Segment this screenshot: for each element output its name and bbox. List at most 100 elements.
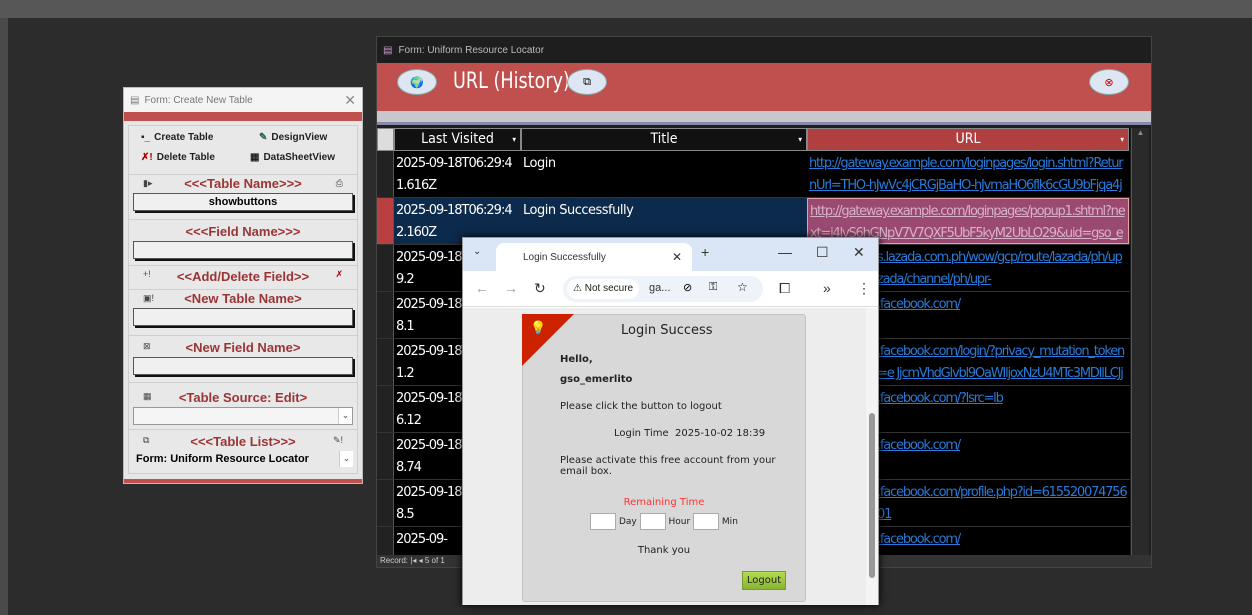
address-bar[interactable]: ⚠ Not secure ga... ⊘ ⚿ ☆ bbox=[563, 276, 763, 302]
table-name-field[interactable]: showbuttons bbox=[133, 193, 353, 211]
hello-text: Hello, bbox=[560, 354, 593, 365]
url-link[interactable]: .facebook.com/ bbox=[877, 438, 961, 453]
min-input[interactable] bbox=[693, 513, 720, 530]
add-field-icon[interactable]: +! bbox=[143, 269, 151, 279]
page-scrollbar[interactable] bbox=[866, 308, 878, 605]
col-url[interactable]: URL ▾ bbox=[807, 128, 1129, 151]
run-icon[interactable]: ✎! bbox=[333, 435, 343, 446]
new-field-panel: ⊠ <New Field Name> bbox=[128, 336, 358, 383]
col-label: Last Visited bbox=[421, 131, 494, 147]
row-selector[interactable] bbox=[377, 198, 394, 244]
label: Delete Table bbox=[156, 152, 215, 163]
tab-login-successfully[interactable]: Login Successfully ✕ bbox=[496, 243, 692, 271]
reload-icon[interactable]: ↻ bbox=[534, 280, 546, 297]
url-link[interactable]: s.lazada.com.ph/wow/gcp/route/lazada/ph/… bbox=[877, 250, 1123, 287]
close-button[interactable]: ⊗ bbox=[1089, 69, 1129, 95]
back-icon[interactable]: ← bbox=[475, 280, 489, 296]
url-link[interactable]: http://gateway.example.com/loginpages/lo… bbox=[809, 156, 1124, 197]
new-table-label: <New Table Name> bbox=[184, 291, 302, 306]
url-link[interactable]: .facebook.com/?lsrc=lb bbox=[877, 391, 1004, 406]
table-list-combo[interactable]: Form: Uniform Resource Locator ⌄ bbox=[133, 451, 353, 469]
new-field-input[interactable] bbox=[133, 357, 353, 375]
top-band bbox=[0, 0, 1252, 18]
browser-window: ⌄ Login Successfully ✕ + — ☐ ✕ ← → ↻ ⚠ No… bbox=[462, 237, 879, 605]
globe-button[interactable]: 🌍 bbox=[397, 69, 437, 95]
new-table-input[interactable] bbox=[133, 308, 353, 326]
remaining-time-fields: Day Hour Min bbox=[523, 513, 805, 530]
new-table-icon[interactable]: ▣! bbox=[143, 293, 154, 304]
open-table-icon[interactable]: ▮▸ bbox=[143, 178, 152, 189]
logout-button[interactable]: Logout bbox=[742, 571, 786, 590]
tab-search-icon[interactable]: ⌄ bbox=[473, 246, 481, 257]
first-record-icon[interactable]: |◂ bbox=[410, 556, 416, 565]
form-title: Form: Uniform Resource Locator bbox=[398, 44, 545, 56]
day-input[interactable] bbox=[590, 513, 617, 530]
copy-button[interactable]: ⧉ bbox=[567, 69, 607, 95]
field-name-input[interactable] bbox=[133, 241, 353, 259]
star-icon[interactable]: ☆ bbox=[737, 280, 748, 294]
field-name-label: <<<Field Name>>> bbox=[185, 224, 301, 239]
cell-last-visited[interactable]: 2025-09-18T06:29:41.616Z bbox=[394, 151, 521, 197]
url-link[interactable]: .facebook.com/login/?privacy_mutation_to… bbox=[877, 344, 1125, 385]
chevron-down-icon[interactable]: ⌄ bbox=[339, 451, 353, 467]
table-list-panel: ⧉ ✎! <<<Table List>>> Form: Uniform Reso… bbox=[128, 430, 358, 474]
col-last-visited[interactable]: Last Visited ▾ bbox=[394, 128, 521, 151]
create-table-button[interactable]: ▪_ Create Table bbox=[141, 132, 213, 143]
vertical-scrollbar[interactable]: ▲ bbox=[1131, 128, 1149, 556]
row-selector[interactable] bbox=[377, 245, 394, 291]
label: DataSheetView bbox=[263, 152, 335, 163]
prev-record-icon[interactable]: ◂ bbox=[419, 556, 423, 565]
cell-title[interactable]: Login bbox=[521, 151, 807, 197]
row-selector[interactable] bbox=[377, 527, 394, 556]
tab-strip: ⌄ Login Successfully ✕ + — ☐ ✕ bbox=[463, 238, 878, 271]
table-row[interactable]: 2025-09-18T06:29:41.616Z Login http://ga… bbox=[377, 151, 1130, 198]
camera-off-icon[interactable]: ⊘ bbox=[683, 281, 692, 294]
new-table-panel: ▣! <New Table Name> bbox=[128, 290, 358, 336]
print-icon[interactable]: ⎙ bbox=[336, 178, 343, 189]
new-field-icon[interactable]: ⊠ bbox=[143, 341, 151, 352]
select-all[interactable] bbox=[377, 128, 394, 151]
minimize-icon[interactable]: — bbox=[778, 244, 792, 260]
url-link[interactable]: .facebook.com/ bbox=[877, 297, 961, 312]
sort-arrow-icon[interactable]: ▾ bbox=[512, 129, 516, 150]
delete-field-icon[interactable]: ✗ bbox=[335, 269, 343, 280]
extensions-icon[interactable]: ⧠ bbox=[779, 280, 790, 297]
thanks-text: Thank you bbox=[637, 545, 691, 556]
row-selector[interactable] bbox=[377, 339, 394, 385]
key-icon[interactable]: ⚿ bbox=[709, 281, 717, 294]
col-title[interactable]: Title ▾ bbox=[521, 128, 807, 151]
chevron-down-icon[interactable]: ⌄ bbox=[338, 408, 352, 424]
forward-icon[interactable]: → bbox=[504, 280, 518, 296]
record-position[interactable]: 5 of 1 bbox=[425, 556, 445, 565]
table-list-label: <<<Table List>>> bbox=[190, 434, 296, 449]
row-selector[interactable] bbox=[377, 151, 394, 197]
delete-icon: ✗! bbox=[141, 152, 153, 163]
row-selector[interactable] bbox=[377, 386, 394, 432]
scroll-thumb[interactable] bbox=[869, 413, 875, 578]
col-label: Title bbox=[650, 131, 678, 147]
table-source-combo[interactable]: ⌄ bbox=[133, 407, 353, 425]
hour-input[interactable] bbox=[639, 513, 666, 530]
menu-icon[interactable]: ⋮ bbox=[857, 280, 871, 297]
url-link[interactable]: .facebook.com/ bbox=[877, 532, 961, 547]
close-icon[interactable]: ✕ bbox=[344, 92, 356, 109]
maximize-icon[interactable]: ☐ bbox=[816, 244, 829, 261]
new-tab-icon[interactable]: + bbox=[701, 244, 709, 260]
datasheet-view-button[interactable]: ▦ DataSheetView bbox=[250, 152, 335, 163]
row-selector[interactable] bbox=[377, 480, 394, 526]
delete-table-button[interactable]: ✗! Delete Table bbox=[141, 152, 215, 163]
sort-arrow-icon[interactable]: ▾ bbox=[798, 129, 802, 150]
close-tab-icon[interactable]: ✕ bbox=[672, 250, 682, 264]
security-chip[interactable]: ⚠ Not secure bbox=[567, 279, 640, 299]
more-tabs-icon[interactable]: » bbox=[823, 280, 831, 296]
cell-url[interactable]: http://gateway.example.com/loginpages/lo… bbox=[807, 151, 1129, 197]
day-label: Day bbox=[618, 517, 637, 527]
sort-arrow-icon[interactable]: ▾ bbox=[1120, 129, 1124, 150]
close-window-icon[interactable]: ✕ bbox=[853, 244, 865, 261]
row-selector[interactable] bbox=[377, 433, 394, 479]
toolbar: ← → ↻ ⚠ Not secure ga... ⊘ ⚿ ☆ ⧠ » ⋮ bbox=[463, 271, 878, 307]
row-selector[interactable] bbox=[377, 292, 394, 338]
design-view-button[interactable]: ✎ DesignView bbox=[259, 132, 327, 143]
table-name-label: <<<Table Name>>> bbox=[184, 176, 302, 191]
url-link[interactable]: .facebook.com/profile.php?id=61552007475… bbox=[877, 485, 1128, 522]
